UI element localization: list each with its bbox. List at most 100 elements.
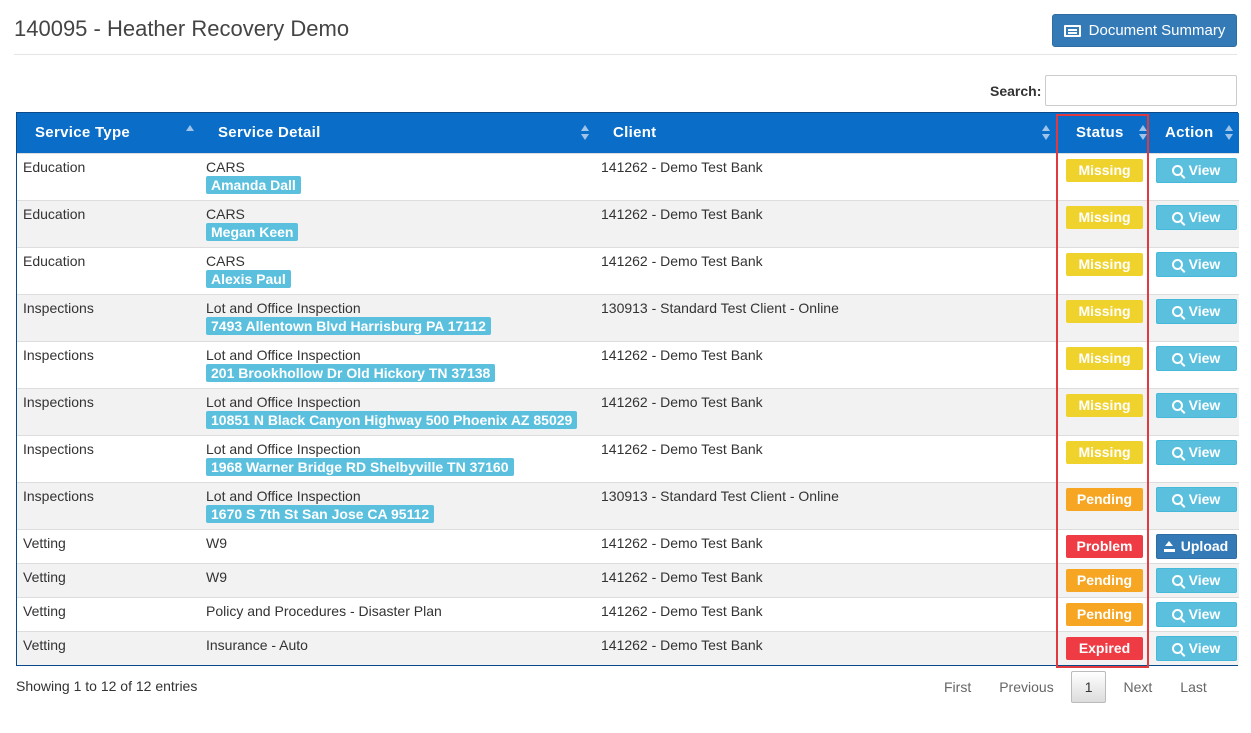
service-type-text: Inspections (23, 487, 94, 504)
view-button[interactable]: View (1155, 601, 1237, 627)
view-button[interactable]: View (1155, 251, 1237, 277)
table-row: Education CARS Megan Keen 141262 - Demo Tes… (17, 199, 1239, 247)
status-badge: Missing (1066, 205, 1143, 229)
view-button[interactable]: View (1155, 157, 1237, 183)
cell-service-type: Inspections (17, 387, 200, 435)
cell-client: 141262 - Demo Test Bank (595, 562, 1056, 597)
client-text: 141262 - Demo Test Bank (601, 568, 763, 585)
service-type-text: Inspections (23, 440, 94, 457)
client-text: 141262 - Demo Test Bank (601, 346, 763, 363)
search-icon (1171, 446, 1183, 458)
cell-service-detail: Policy and Procedures - Disaster Plan (200, 596, 595, 631)
column-header-service-detail[interactable]: Service Detail (200, 113, 595, 153)
view-button[interactable]: View (1155, 204, 1237, 230)
table-row: Inspections Lot and Office Inspection 1085… (17, 387, 1239, 435)
view-button[interactable]: View (1155, 439, 1237, 465)
view-button[interactable]: View (1155, 392, 1237, 418)
search-icon (1171, 211, 1183, 223)
service-detail-text: Policy and Procedures - Disaster Plan (206, 602, 442, 619)
table-row: Education CARS Alexis Paul 141262 - Demo Te… (17, 246, 1239, 294)
sort-icon (1042, 125, 1050, 141)
view-button[interactable]: View (1155, 345, 1237, 371)
view-label: View (1188, 572, 1221, 588)
cell-action: View (1153, 630, 1239, 665)
search-icon (1171, 164, 1183, 176)
service-detail-text: W9 (206, 534, 227, 551)
table-row: Inspections Lot and Office Inspection 201 … (17, 340, 1239, 388)
cell-service-type: Education (17, 152, 200, 200)
cell-service-detail: CARS Megan Keen (200, 199, 595, 247)
cell-action: View (1153, 199, 1239, 247)
service-detail-text: Lot and Office Inspection (206, 440, 361, 457)
view-label: View (1188, 350, 1221, 366)
pagination-current-page[interactable]: 1 (1070, 671, 1107, 703)
column-header-action[interactable]: Action (1153, 113, 1239, 153)
sort-icon (1139, 125, 1147, 141)
service-detail-text: CARS (206, 158, 245, 175)
column-header-status[interactable]: Status (1056, 113, 1153, 153)
view-button[interactable]: View (1155, 298, 1237, 324)
cell-status: Pending (1056, 596, 1153, 631)
view-button[interactable]: View (1155, 635, 1237, 661)
service-type-text: Vetting (23, 636, 66, 653)
cell-action: View (1153, 434, 1239, 482)
upload-button[interactable]: Upload (1155, 533, 1237, 559)
search-icon (1171, 399, 1183, 411)
client-text: 141262 - Demo Test Bank (601, 636, 763, 653)
sort-icon (1225, 125, 1233, 141)
document-summary-label: Document Summary (1088, 22, 1226, 39)
table-row: Vetting W9 141262 - Demo Test Bank Problem U… (17, 528, 1239, 563)
service-detail-text: CARS (206, 205, 245, 222)
pagination-previous[interactable]: Previous (985, 671, 1067, 703)
pagination-next[interactable]: Next (1109, 671, 1166, 703)
column-header-service-type[interactable]: Service Type (17, 113, 200, 153)
cell-status: Missing (1056, 387, 1153, 435)
service-detail-text: W9 (206, 568, 227, 585)
status-badge: Problem (1066, 534, 1143, 558)
search-icon (1171, 352, 1183, 364)
view-button[interactable]: View (1155, 567, 1237, 593)
view-label: View (1188, 444, 1221, 460)
status-badge: Pending (1066, 487, 1143, 511)
search-icon (1171, 493, 1183, 505)
cell-service-type: Vetting (17, 630, 200, 665)
status-badge: Pending (1066, 602, 1143, 626)
client-text: 141262 - Demo Test Bank (601, 534, 763, 551)
document-summary-button[interactable]: Document Summary (1052, 14, 1237, 47)
search-icon (1171, 608, 1183, 620)
cell-service-detail: Lot and Office Inspection 7493 Allentown … (200, 293, 595, 341)
search-input[interactable] (1045, 75, 1238, 106)
cell-service-type: Inspections (17, 481, 200, 529)
status-badge: Expired (1066, 636, 1143, 660)
cell-client: 141262 - Demo Test Bank (595, 596, 1056, 631)
title-divider (14, 54, 1237, 55)
status-badge: Pending (1066, 568, 1143, 592)
cell-status: Missing (1056, 340, 1153, 388)
search-icon (1171, 258, 1183, 270)
service-detail-tag: 1968 Warner Bridge RD Shelbyville TN 371… (206, 457, 514, 476)
view-label: View (1188, 162, 1221, 178)
search-label: Search: (990, 82, 1042, 99)
cell-service-detail: CARS Amanda Dall (200, 152, 595, 200)
document-icon (1063, 24, 1081, 37)
service-detail-tag: 7493 Allentown Blvd Harrisburg PA 17112 (206, 316, 491, 335)
pagination-last[interactable]: Last (1166, 671, 1220, 703)
service-type-text: Education (23, 205, 86, 222)
column-header-client[interactable]: Client (595, 113, 1056, 153)
table-row: Inspections Lot and Office Inspection 1968… (17, 434, 1239, 482)
service-detail-tag: 201 Brookhollow Dr Old Hickory TN 37138 (206, 363, 496, 382)
upload-label: Upload (1180, 538, 1229, 554)
cell-action: View (1153, 562, 1239, 597)
view-label: View (1188, 256, 1221, 272)
status-badge: Missing (1066, 158, 1143, 182)
cell-status: Missing (1056, 293, 1153, 341)
cell-client: 141262 - Demo Test Bank (595, 387, 1056, 435)
cell-client: 130913 - Standard Test Client - Online (595, 481, 1056, 529)
pagination-first[interactable]: First (930, 671, 985, 703)
view-button[interactable]: View (1155, 486, 1237, 512)
search-bar: Search: (990, 75, 1238, 106)
cell-service-type: Inspections (17, 434, 200, 482)
status-badge: Missing (1066, 393, 1143, 417)
cell-service-type: Education (17, 246, 200, 294)
service-detail-tag: Amanda Dall (206, 175, 301, 194)
